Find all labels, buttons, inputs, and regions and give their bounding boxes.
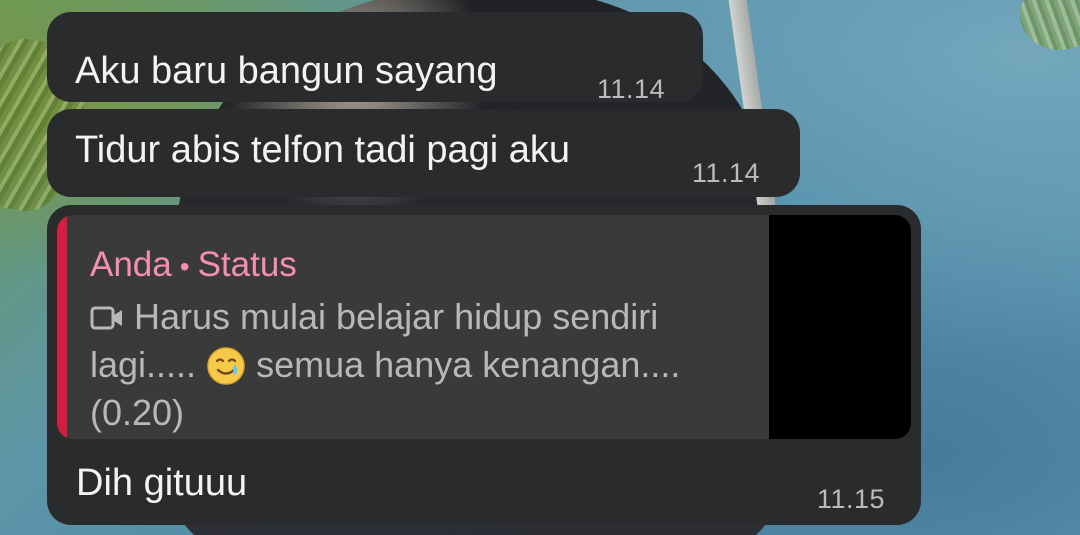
message-text: Dih gituuu bbox=[76, 462, 248, 504]
quoted-author-name: Anda bbox=[90, 245, 172, 284]
quoted-source: Status bbox=[197, 245, 297, 284]
chat-conversation: Aku baru bangun sayang 11.14 Tidur abis … bbox=[0, 0, 1080, 535]
quoted-preview-line3: (0.20) bbox=[90, 392, 185, 433]
message-time: 11.14 bbox=[597, 74, 666, 104]
reply-message-bubble[interactable]: Anda • Status Harus mulai belajar hidup se… bbox=[47, 205, 921, 525]
separator-dot: • bbox=[179, 251, 190, 282]
message-time: 11.14 bbox=[692, 158, 761, 188]
quoted-preview-line2-start: lagi..... bbox=[90, 344, 197, 385]
status-thumbnail[interactable] bbox=[769, 215, 911, 439]
message-bubble[interactable]: Tidur abis telfon tadi pagi aku 11.14 bbox=[47, 109, 800, 197]
quoted-author: Anda • Status bbox=[90, 245, 297, 287]
message-time: 11.15 bbox=[817, 484, 886, 514]
smiling-face-with-tear-icon bbox=[207, 347, 245, 385]
message-text: Aku baru bangun sayang bbox=[75, 50, 498, 92]
quote-accent-bar bbox=[57, 215, 67, 439]
message-bubble[interactable]: Aku baru bangun sayang 11.14 bbox=[47, 12, 703, 104]
quoted-preview-line1: Harus mulai belajar hidup sendiri bbox=[134, 296, 659, 337]
message-text: Tidur abis telfon tadi pagi aku bbox=[75, 129, 571, 171]
video-icon bbox=[90, 306, 122, 330]
quoted-preview-line2-end: semua hanya kenangan.... bbox=[256, 344, 681, 385]
quoted-status[interactable]: Anda • Status Harus mulai belajar hidup se… bbox=[57, 215, 911, 439]
quoted-preview: Harus mulai belajar hidup sendiri lagi..… bbox=[90, 293, 750, 437]
